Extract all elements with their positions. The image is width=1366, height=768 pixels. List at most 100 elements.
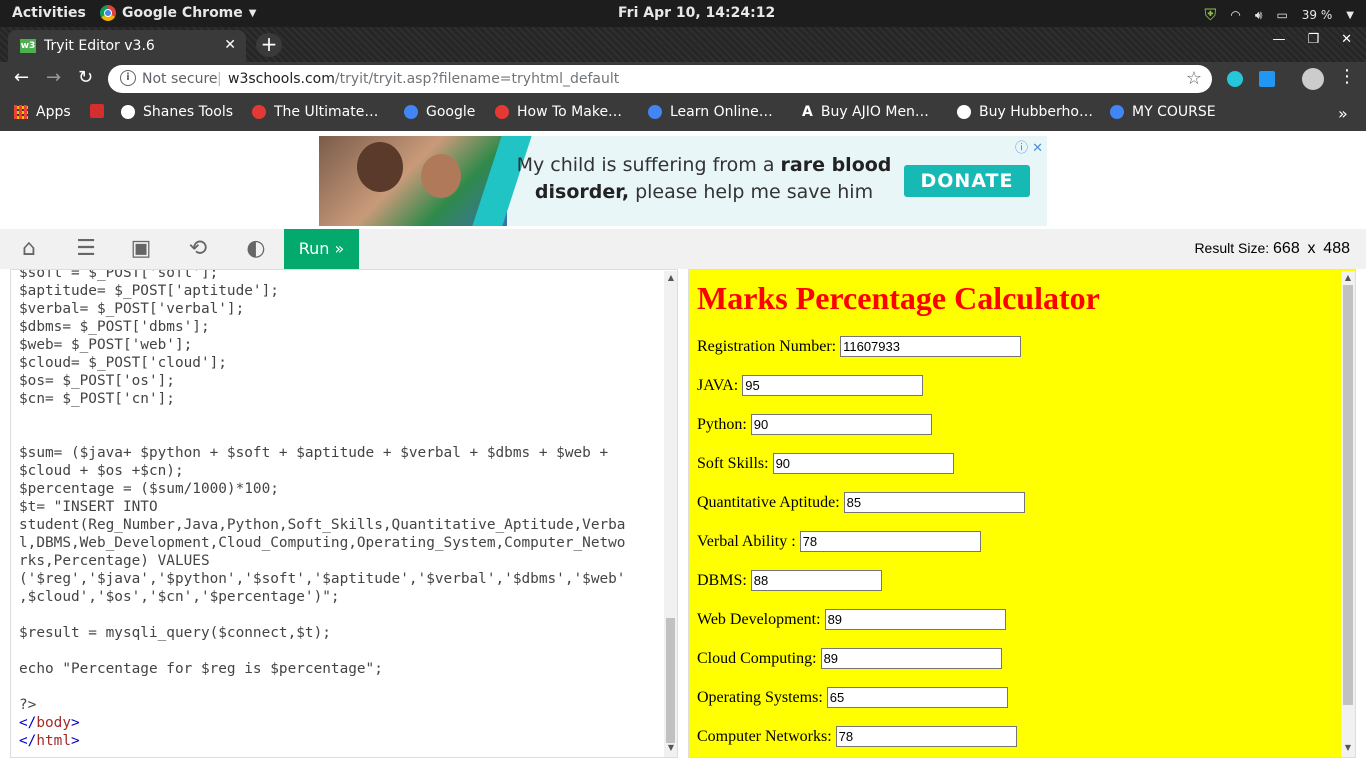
bookmark-my-course[interactable]: MY COURSE (1110, 104, 1216, 120)
donate-button[interactable]: DONATE (904, 165, 1030, 197)
separator: | (217, 71, 222, 87)
bookmark-learn-online[interactable]: Learn Online… (648, 104, 773, 120)
save-icon[interactable]: ▣ (128, 238, 154, 260)
field-label: Python: (697, 415, 747, 433)
menu-icon[interactable]: ☰ (73, 238, 99, 260)
profile-avatar[interactable] (1302, 68, 1324, 90)
scroll-down-icon[interactable]: ▼ (1341, 743, 1355, 755)
ad-text: please help me save him (629, 181, 874, 203)
close-window-icon[interactable]: ✕ (1341, 32, 1352, 47)
tag-bracket: </ (19, 733, 37, 749)
marks-input[interactable] (742, 375, 924, 396)
scroll-up-icon[interactable]: ▲ (664, 273, 678, 285)
info-icon[interactable]: i (120, 70, 136, 86)
ad-banner[interactable]: My child is suffering from a rare blood … (319, 136, 1047, 226)
activities-button[interactable]: Activities (12, 5, 86, 21)
code-line: $cloud + $os +$cn); (19, 463, 184, 479)
marks-input[interactable] (772, 453, 954, 474)
forward-icon[interactable]: → (46, 67, 61, 88)
field-label: Operating Systems: (697, 688, 823, 706)
code-editor[interactable]: $soft = $_POST['soft']; $aptitude= $_POS… (10, 269, 678, 758)
bookmark-buy-hubberho[interactable]: Buy Hubberho… (957, 104, 1093, 120)
marks-input[interactable] (835, 726, 1017, 747)
marks-input[interactable] (799, 531, 981, 552)
page-title: Marks Percentage Calculator (697, 280, 1100, 316)
chevron-down-icon: ▼ (248, 7, 257, 19)
restore-icon[interactable]: ❐ (1307, 32, 1319, 47)
code-line: $result = mysqli_query($connect,$t); (19, 625, 331, 641)
marks-input[interactable] (826, 687, 1008, 708)
url-path: /tryit/tryit.asp?filename=tryhtml_defaul… (334, 71, 620, 87)
extension-image-icon[interactable] (1259, 71, 1275, 87)
url-text[interactable]: w3schools.com/tryit/tryit.asp?filename=t… (228, 71, 619, 87)
result-scrollbar[interactable]: ▲ ▼ (1341, 271, 1355, 757)
code-text[interactable]: $soft = $_POST['soft']; $aptitude= $_POS… (19, 269, 626, 750)
back-icon[interactable]: ← (14, 67, 29, 88)
bookmark-google[interactable]: Google (404, 104, 475, 120)
code-line-closing-tag: </html> (19, 733, 80, 749)
code-scrollbar[interactable]: ▲ ▼ (664, 271, 677, 757)
code-line: student(Reg_Number,Java,Python,Soft_Skil… (19, 517, 626, 533)
marks-input[interactable] (750, 414, 932, 435)
form-row: DBMS: (697, 570, 882, 591)
clock[interactable]: Fri Apr 10, 14:24:12 (618, 5, 775, 21)
form-row: Verbal Ability : (697, 531, 981, 552)
ad-close-icon[interactable]: ⓘ ✕ (1015, 137, 1043, 156)
code-line-closing-tag: </body> (19, 715, 80, 731)
app-menu[interactable]: Google Chrome ▼ (100, 5, 256, 21)
battery-icon: ▭ (1276, 8, 1288, 22)
form-row: Registration Number: (697, 336, 1022, 357)
result-size: Result Size: 668 x 488 (1194, 240, 1350, 258)
marks-input[interactable] (750, 570, 882, 591)
system-tray[interactable]: ⛨ ◠ 🔊︎ ▭ 39 % ▼ (1204, 5, 1354, 25)
gmail-icon (90, 104, 104, 118)
bookmark-gmail[interactable] (90, 104, 104, 118)
code-line: ?> (19, 697, 37, 713)
reload-icon[interactable]: ↻ (78, 67, 93, 88)
extension-m-icon[interactable] (1227, 71, 1243, 87)
code-line: $t= "INSERT INTO (19, 499, 158, 515)
marks-input[interactable] (820, 648, 1002, 669)
minimize-icon[interactable]: — (1272, 32, 1285, 47)
field-label: Verbal Ability : (697, 532, 796, 550)
marks-input[interactable] (840, 336, 1022, 357)
bookmark-the-ultimate[interactable]: The Ultimate… (252, 104, 378, 120)
result-size-label: Result Size: (1194, 240, 1270, 256)
menu-kebab-icon[interactable]: ⋮ (1338, 66, 1356, 87)
scroll-thumb[interactable] (666, 618, 675, 743)
code-line: echo "Percentage for $reg is $percentage… (19, 661, 383, 677)
field-label: Registration Number: (697, 337, 837, 355)
bookmark-how-to-make[interactable]: How To Make… (495, 104, 622, 120)
marks-input[interactable] (843, 492, 1025, 513)
bookmark-shanes-tools[interactable]: Shanes Tools (121, 104, 233, 120)
form-row: Soft Skills: (697, 453, 954, 474)
field-label: Soft Skills: (697, 454, 769, 472)
code-line: $cloud= $_POST['cloud']; (19, 355, 227, 371)
more-bookmarks-icon[interactable]: » (1338, 104, 1348, 123)
result-height: 488 (1323, 240, 1350, 257)
scroll-thumb[interactable] (1343, 285, 1353, 705)
bookmark-star-icon[interactable]: ☆ (1186, 68, 1202, 89)
security-label[interactable]: Not secure (142, 71, 218, 87)
new-tab-button[interactable]: + (256, 33, 282, 57)
scroll-up-icon[interactable]: ▲ (1341, 273, 1355, 285)
globe-icon (957, 105, 971, 119)
form-row: Python: (697, 414, 932, 435)
home-icon[interactable]: ⌂ (16, 238, 42, 260)
tab-tryit-editor[interactable]: w3 Tryit Editor v3.6 ✕ (8, 30, 246, 62)
run-button[interactable]: Run » (284, 229, 359, 269)
chevron-down-icon: ▼ (1346, 9, 1354, 21)
tag-bracket: > (70, 715, 80, 731)
rotate-icon[interactable]: ⟲ (185, 238, 211, 260)
bookmark-apps[interactable]: Apps (14, 104, 71, 120)
bookmark-buy-ajio[interactable]: A Buy AJIO Men… (802, 104, 929, 120)
scroll-down-icon[interactable]: ▼ (664, 743, 678, 755)
theme-contrast-icon[interactable]: ◐ (243, 238, 269, 260)
tab-title: Tryit Editor v3.6 (44, 38, 155, 54)
editor-toolbar: ⌂ ☰ ▣ ⟲ ◐ Run » Result Size: 668 x 488 (0, 229, 1366, 269)
close-tab-icon[interactable]: ✕ (224, 37, 236, 53)
marks-input[interactable] (824, 609, 1006, 630)
address-bar[interactable]: i Not secure | w3schools.com/tryit/tryit… (108, 65, 1212, 93)
code-line: $soft = $_POST['soft']; (19, 269, 219, 281)
bookmark-label: Apps (36, 104, 71, 120)
